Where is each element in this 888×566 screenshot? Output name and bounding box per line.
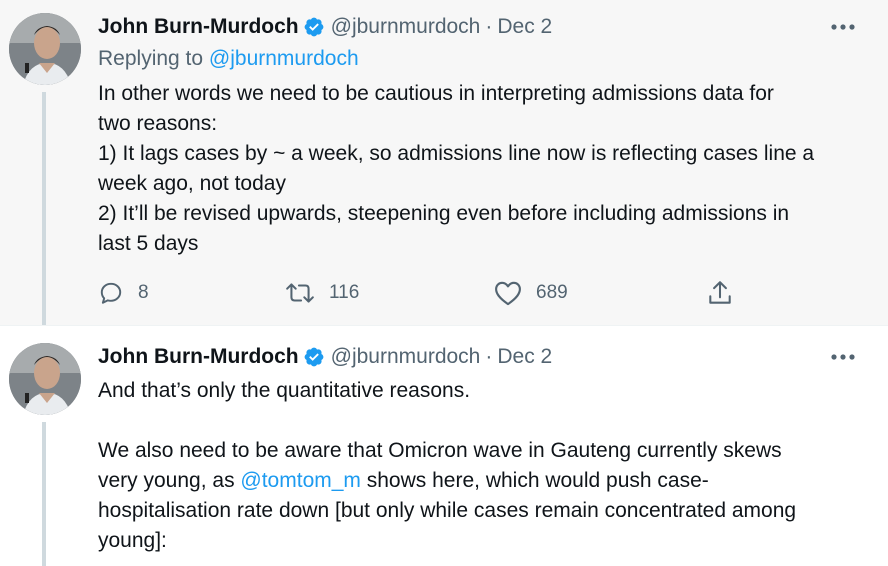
reply-button[interactable]: 8 [98,278,149,308]
share-icon [709,281,731,304]
tweet-text: In other words we need to be cautious in… [98,79,868,259]
tweet[interactable]: John Burn-Murdoch @jburnmurdoch · Dec 2 … [0,325,888,566]
verified-badge-icon [304,347,324,367]
tweet-text-line: 2) It’ll be revised upwards, steepening … [98,202,790,225]
more-icon [831,24,855,30]
author-handle[interactable]: @jburnmurdoch [331,15,481,39]
tweet-text-line: We also need to be aware that Omicron wa… [98,439,782,462]
author-avatar[interactable] [9,343,81,415]
author-name[interactable]: John Burn-Murdoch [98,345,299,369]
tweet-text-fragment: shows here, which would push case- [360,469,709,492]
tweet-text-fragment: very young, as [98,469,241,492]
replying-to-label: Replying to [98,47,204,70]
tweet-text-line: last 5 days [98,232,199,255]
tweet-header: John Burn-Murdoch @jburnmurdoch · Dec 2 [98,13,552,41]
more-icon [831,354,855,360]
tweet-date[interactable]: Dec 2 [497,15,552,39]
tweet-text-line: 1) It lags cases by ~ a week, so admissi… [98,142,815,165]
thread-line [42,92,46,325]
tweet-text-blank-line [98,406,868,436]
tweet-text-line: week ago, not today [98,172,286,195]
avatar-photo-icon [9,343,81,415]
like-count: 689 [536,282,568,303]
replying-to: Replying to @jburnmurdoch [98,47,359,71]
share-button[interactable] [707,278,733,308]
author-name[interactable]: John Burn-Murdoch [98,15,299,39]
tweet-text-line: two reasons: [98,112,218,135]
tweet-text-line: And that’s only the quantitative reasons… [98,379,471,402]
tweet-text-line: hospitalisation rate down [but only whil… [98,499,797,522]
author-avatar[interactable] [9,13,81,85]
author-handle[interactable]: @jburnmurdoch [331,345,481,369]
tweet[interactable]: John Burn-Murdoch @jburnmurdoch · Dec 2 … [0,0,888,325]
replying-to-mention[interactable]: @jburnmurdoch [209,47,359,70]
header-separator: · [485,15,493,38]
user-mention[interactable]: @tomtom_m [240,469,361,492]
tweet-text-line: young]: [98,529,167,552]
avatar-photo-icon [9,13,81,85]
tweet-date[interactable]: Dec 2 [497,345,552,369]
retweet-count: 116 [329,282,360,303]
header-separator: · [485,345,493,368]
tweet-text-line: very young, as @tomtom_m shows here, whi… [98,466,868,496]
retweet-button[interactable]: 116 [285,278,359,308]
tweet-header: John Burn-Murdoch @jburnmurdoch · Dec 2 [98,343,552,371]
more-button[interactable] [828,17,858,37]
reply-icon [100,282,122,304]
reply-count: 8 [138,282,149,303]
verified-badge-icon [304,17,324,37]
tweet-text-line: In other words we need to be cautious in… [98,82,774,105]
tweet-thread: John Burn-Murdoch @jburnmurdoch · Dec 2 … [0,0,888,566]
tweet-text: And that’s only the quantitative reasons… [98,376,868,556]
thread-line [42,422,46,566]
like-button[interactable]: 689 [494,278,568,308]
retweet-icon [286,283,314,303]
tweet-actions: 8 116 689 [98,278,748,308]
more-button[interactable] [828,347,858,367]
like-icon [495,281,521,306]
